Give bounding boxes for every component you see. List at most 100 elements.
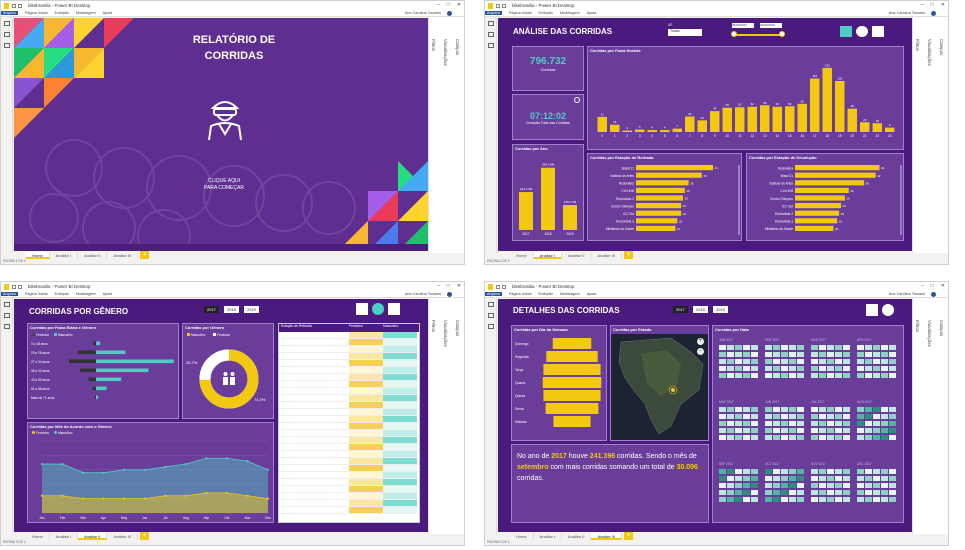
menu-home[interactable]: Página Inicial bbox=[25, 292, 48, 296]
calendar-day-tile[interactable] bbox=[827, 345, 834, 350]
calendar-day-tile[interactable] bbox=[865, 476, 872, 481]
nav-calendar-icon[interactable] bbox=[872, 26, 884, 37]
calendar-day-tile[interactable] bbox=[811, 345, 818, 350]
calendar-day-tile[interactable] bbox=[819, 407, 826, 412]
calendar-day-tile[interactable] bbox=[765, 407, 772, 412]
calendar-day-tile[interactable] bbox=[781, 359, 788, 364]
tab-home[interactable]: Home bbox=[510, 533, 534, 540]
calendar-day-tile[interactable] bbox=[751, 428, 758, 433]
calendar-day-tile[interactable] bbox=[843, 428, 850, 433]
calendar-day-tile[interactable] bbox=[743, 435, 750, 440]
calendar-day-tile[interactable] bbox=[881, 407, 888, 412]
visualizations-pane-tab[interactable]: Visualizações bbox=[927, 39, 932, 66]
calendar-day-tile[interactable] bbox=[889, 407, 896, 412]
calendar-day-tile[interactable] bbox=[797, 373, 804, 378]
cyclist-icon[interactable] bbox=[205, 94, 245, 142]
calendar-day-tile[interactable] bbox=[889, 483, 896, 488]
calendar-day-tile[interactable] bbox=[789, 476, 796, 481]
calendar-day-tile[interactable] bbox=[865, 414, 872, 419]
table-row[interactable] bbox=[279, 402, 419, 409]
calendar-day-tile[interactable] bbox=[727, 359, 734, 364]
calendar-day-tile[interactable] bbox=[889, 352, 896, 357]
calendar-day-tile[interactable] bbox=[835, 345, 842, 350]
calendar-day-tile[interactable] bbox=[881, 366, 888, 371]
calendar-day-tile[interactable] bbox=[889, 428, 896, 433]
nav-gender-icon[interactable] bbox=[856, 26, 868, 37]
calendar-day-tile[interactable] bbox=[789, 435, 796, 440]
table-row[interactable] bbox=[279, 374, 419, 381]
calendar-day-tile[interactable] bbox=[743, 421, 750, 426]
maximize-icon[interactable]: □ bbox=[447, 283, 450, 289]
fields-pane-tab[interactable]: Campos bbox=[939, 39, 944, 55]
table-row[interactable] bbox=[279, 444, 419, 451]
calendar-day-tile[interactable] bbox=[773, 435, 780, 440]
calendar-day-tile[interactable] bbox=[881, 428, 888, 433]
calendar-day-tile[interactable] bbox=[789, 373, 796, 378]
table-row[interactable] bbox=[279, 360, 419, 367]
start-link-line2[interactable]: PARA COMEÇAR bbox=[194, 185, 254, 191]
calendar-day-tile[interactable] bbox=[797, 483, 804, 488]
tab-analise-1[interactable]: Analise I bbox=[533, 533, 563, 540]
calendar-day-tile[interactable] bbox=[857, 345, 864, 350]
calendar-day-tile[interactable] bbox=[727, 345, 734, 350]
calendar-day-tile[interactable] bbox=[751, 490, 758, 495]
calendar-day-tile[interactable] bbox=[773, 345, 780, 350]
calendar-day-tile[interactable] bbox=[789, 366, 796, 371]
tab-analise-2[interactable]: Analise II bbox=[78, 252, 108, 259]
calendar-day-tile[interactable] bbox=[811, 490, 818, 495]
calendar-day-tile[interactable] bbox=[751, 469, 758, 474]
calendar-day-tile[interactable] bbox=[751, 366, 758, 371]
calendar-day-tile[interactable] bbox=[735, 421, 742, 426]
calendar-day-tile[interactable] bbox=[827, 373, 834, 378]
calendar-day-tile[interactable] bbox=[843, 469, 850, 474]
calendar-day-tile[interactable] bbox=[811, 469, 818, 474]
calendar-day-tile[interactable] bbox=[719, 421, 726, 426]
calendar-day-tile[interactable] bbox=[743, 407, 750, 412]
calendar-day-tile[interactable] bbox=[773, 373, 780, 378]
calendar-day-tile[interactable] bbox=[735, 359, 742, 364]
calendar-day-tile[interactable] bbox=[719, 469, 726, 474]
calendar-day-tile[interactable] bbox=[797, 359, 804, 364]
table-row[interactable] bbox=[279, 500, 419, 507]
start-link-line1[interactable]: CLIQUE AQUI bbox=[194, 178, 254, 184]
tab-home[interactable]: Home bbox=[510, 252, 534, 259]
close-icon[interactable]: ✕ bbox=[941, 283, 945, 289]
date-to-input[interactable]: 30/06/2019 bbox=[760, 23, 782, 28]
calendar-day-tile[interactable] bbox=[827, 435, 834, 440]
calendar-day-tile[interactable] bbox=[827, 469, 834, 474]
calendar-day-tile[interactable] bbox=[743, 476, 750, 481]
calendar-day-tile[interactable] bbox=[781, 490, 788, 495]
nav-gender-icon[interactable] bbox=[372, 303, 384, 315]
year-2019-button[interactable]: 2019 bbox=[244, 306, 259, 313]
calendar-day-tile[interactable] bbox=[727, 469, 734, 474]
calendar-day-tile[interactable] bbox=[727, 352, 734, 357]
calendar-day-tile[interactable] bbox=[819, 435, 826, 440]
calendar-day-tile[interactable] bbox=[843, 366, 850, 371]
calendar-day-tile[interactable] bbox=[835, 407, 842, 412]
calendar-day-tile[interactable] bbox=[857, 428, 864, 433]
calendar-day-tile[interactable] bbox=[797, 476, 804, 481]
calendar-day-tile[interactable] bbox=[889, 359, 896, 364]
calendar-day-tile[interactable] bbox=[835, 421, 842, 426]
calendar-day-tile[interactable] bbox=[789, 483, 796, 488]
calendar-day-tile[interactable] bbox=[865, 407, 872, 412]
slider-handle-right[interactable] bbox=[779, 31, 785, 37]
calendar-day-tile[interactable] bbox=[781, 366, 788, 371]
minimize-icon[interactable]: – bbox=[437, 2, 440, 8]
calendar-day-tile[interactable] bbox=[727, 366, 734, 371]
calendar-day-tile[interactable] bbox=[765, 497, 772, 502]
calendar-day-tile[interactable] bbox=[727, 421, 734, 426]
menu-home[interactable]: Página Inicial bbox=[509, 11, 532, 15]
calendar-day-tile[interactable] bbox=[735, 366, 742, 371]
calendar-day-tile[interactable] bbox=[873, 352, 880, 357]
calendar-day-tile[interactable] bbox=[781, 469, 788, 474]
calendar-day-tile[interactable] bbox=[789, 421, 796, 426]
year-2018-button[interactable]: 2018 bbox=[693, 306, 708, 313]
maximize-icon[interactable]: □ bbox=[931, 283, 934, 289]
calendar-day-tile[interactable] bbox=[719, 483, 726, 488]
calendar-day-tile[interactable] bbox=[735, 414, 742, 419]
calendar-day-tile[interactable] bbox=[743, 366, 750, 371]
calendar-day-tile[interactable] bbox=[843, 352, 850, 357]
calendar-day-tile[interactable] bbox=[865, 359, 872, 364]
table-row[interactable] bbox=[279, 458, 419, 465]
